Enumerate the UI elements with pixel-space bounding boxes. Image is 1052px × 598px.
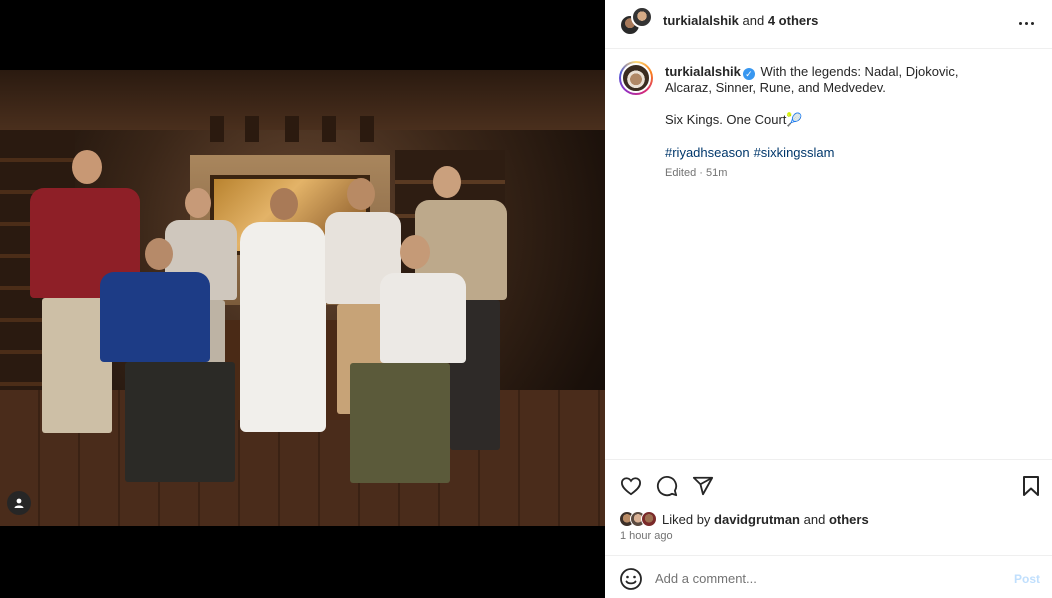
caption-username-link[interactable]: turkialalshik [665,64,741,79]
likes-others-link[interactable]: others [829,512,869,527]
collab-avatars[interactable] [619,6,653,38]
likes-prefix: Liked by [662,511,711,527]
like-button[interactable] [619,474,643,498]
avatar [641,511,657,527]
and-text: and [742,13,765,28]
avatar [621,63,651,93]
photo-beam [210,116,224,142]
likes-conjunction: and [803,511,826,527]
caption-meta: Edited · 51m [665,167,728,179]
comment-input[interactable] [655,568,985,588]
avatar [631,6,653,28]
user-tag-icon [14,498,24,508]
liker-username-link[interactable]: davidgrutman [714,512,800,527]
likes-summary[interactable]: Liked by davidgrutman and others [619,510,869,528]
share-button[interactable] [691,474,715,498]
photo-ceiling [0,70,605,130]
post-comment-button[interactable]: Post [1014,572,1040,586]
post-detail-pane: turkialalshik and 4 others turkialalshik… [605,0,1052,598]
photo-beam [322,116,336,142]
caption-line: Six Kings. One Court🎾 [665,112,803,127]
photo-beam [285,116,299,142]
hashtag-link[interactable]: #riyadhseason [665,145,750,160]
comment-button[interactable] [655,474,679,498]
verified-badge-icon: ✓ [742,68,755,80]
action-bar [605,459,1052,509]
bookmark-icon [1023,476,1039,496]
post-timestamp[interactable]: 1 hour ago [620,530,673,542]
photo-beam [245,116,259,142]
save-button[interactable] [1019,474,1043,498]
emoji-button[interactable] [619,567,643,591]
post-header: turkialalshik and 4 others [605,0,1052,49]
caption-text: turkialalshik ✓ With the legends: Nadal, … [665,64,995,96]
photo-beam [360,116,374,142]
post-photo[interactable] [0,70,605,526]
more-horizontal-icon [1018,21,1034,25]
likes-text: Liked by davidgrutman and others [662,512,869,527]
others-link[interactable]: 4 others [768,13,819,28]
heart-icon [620,477,642,496]
comment-bar: Post [605,555,1052,598]
caption-section: turkialalshik ✓ With the legends: Nadal, … [605,49,1052,459]
owner-username-link[interactable]: turkialalshik [663,13,739,28]
post-owner-title: turkialalshik and 4 others [663,13,818,28]
caption-hashtags: #riyadhseason #sixkingsslam [665,145,838,161]
share-icon [692,476,714,496]
media-pane [0,0,605,598]
user-tag-button[interactable] [7,491,31,515]
emoji-icon [620,568,642,590]
hashtag-link[interactable]: #sixkingsslam [754,145,835,160]
more-options-button[interactable] [1014,13,1038,33]
comment-icon [656,475,678,497]
caption-avatar[interactable] [619,61,653,95]
